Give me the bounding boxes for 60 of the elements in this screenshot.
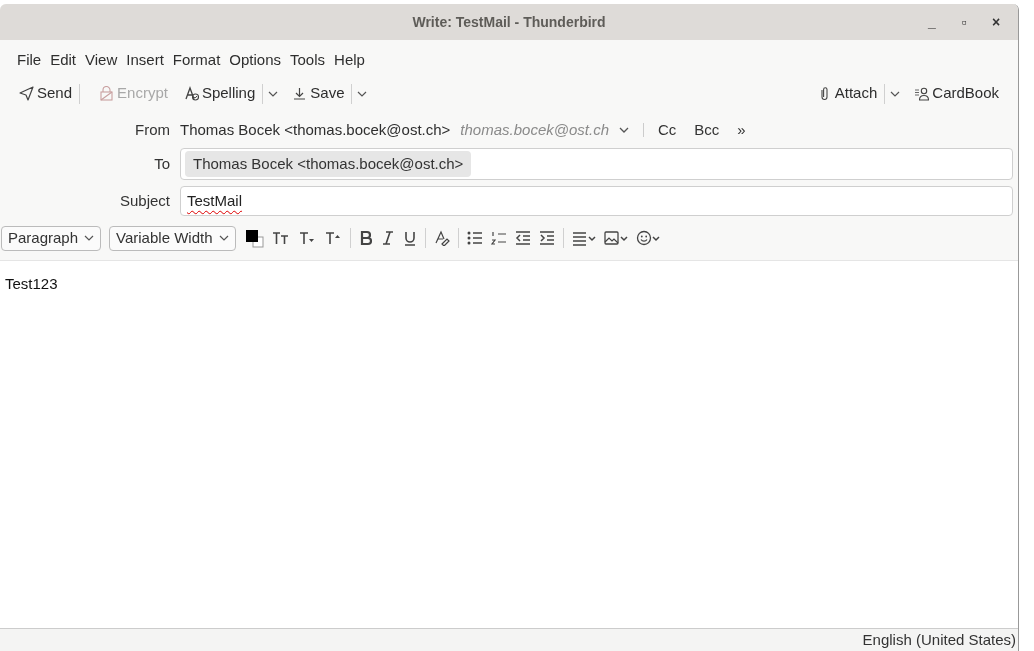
contacts-icon (914, 86, 930, 101)
header-link[interactable]: Cc (658, 118, 677, 142)
menu-item[interactable]: View (85, 50, 118, 70)
chevron-down-icon[interactable] (890, 89, 901, 98)
window-title: Write: TestMail - Thunderbird (412, 14, 606, 30)
menu-item[interactable]: Insert (126, 50, 164, 70)
menu-item[interactable]: Edit (50, 50, 77, 70)
to-field[interactable]: Thomas Bocek <thomas.bocek@ost.ch> (180, 148, 1013, 180)
minimize-button[interactable]: _ (918, 10, 946, 34)
menu-item[interactable]: Help (334, 50, 365, 70)
close-button[interactable]: × (982, 10, 1010, 34)
subject-label: Subject (119, 191, 170, 209)
chevron-down-icon (218, 234, 229, 242)
save-button[interactable]: Save (290, 82, 347, 105)
insert-image-icon[interactable] (603, 230, 628, 246)
chevron-down-icon[interactable] (619, 126, 629, 134)
from-address[interactable]: Thomas Bocek <thomas.bocek@ost.ch> (180, 118, 451, 142)
numbered-list-icon[interactable] (490, 230, 507, 246)
menu-item[interactable]: Tools (290, 50, 326, 70)
lock-icon (99, 86, 115, 101)
language-status[interactable]: English (United States) (862, 628, 1016, 651)
header-link[interactable]: Bcc (694, 118, 720, 142)
larger-text-icon[interactable] (323, 230, 342, 246)
subject-text: TestMail (187, 190, 242, 211)
indent-icon[interactable] (538, 230, 555, 246)
outdent-icon[interactable] (514, 230, 531, 246)
eraser-icon[interactable] (433, 230, 450, 246)
recipient-pill[interactable]: Thomas Bocek <thomas.bocek@ost.ch> (185, 150, 472, 178)
bold-icon[interactable] (358, 230, 373, 246)
smaller-text-icon[interactable] (297, 230, 316, 246)
identity-email: thomas.bocek@ost.ch (460, 119, 609, 140)
from-label: From (135, 120, 170, 138)
chevron-down-icon (84, 234, 95, 242)
menu-item[interactable]: File (17, 50, 42, 70)
subject-field[interactable]: TestMail (180, 186, 1013, 216)
paragraph-dropdown[interactable]: Paragraph (1, 225, 102, 251)
align-dropdown-icon[interactable] (571, 230, 596, 246)
italic-icon[interactable] (380, 230, 395, 246)
send-icon (19, 86, 34, 101)
chevron-down-icon[interactable] (268, 89, 279, 98)
cardbook-button[interactable]: CardBook (912, 82, 1001, 105)
to-label: To (154, 154, 170, 172)
message-body[interactable]: Test123 (0, 260, 1018, 628)
chevron-down-icon[interactable] (357, 89, 368, 98)
body-text: Test123 (5, 275, 58, 292)
underline-icon[interactable] (402, 230, 417, 246)
send-button[interactable]: Send (17, 82, 75, 105)
spelling-button[interactable]: Spelling (181, 82, 258, 105)
bullet-list-icon[interactable] (466, 230, 483, 246)
menu-item[interactable]: Options (229, 50, 281, 70)
attach-button[interactable]: Attach (814, 82, 880, 105)
menu-item[interactable]: Format (172, 50, 221, 70)
download-icon (292, 86, 308, 101)
text-color-icon[interactable] (243, 228, 264, 248)
spellcheck-icon (183, 86, 199, 101)
text-size-icon[interactable] (271, 230, 290, 246)
header-link[interactable]: » (737, 118, 746, 142)
maximize-button[interactable]: ▫ (950, 10, 978, 34)
font-dropdown[interactable]: Variable Width (109, 225, 236, 251)
emoji-icon[interactable] (635, 230, 660, 246)
